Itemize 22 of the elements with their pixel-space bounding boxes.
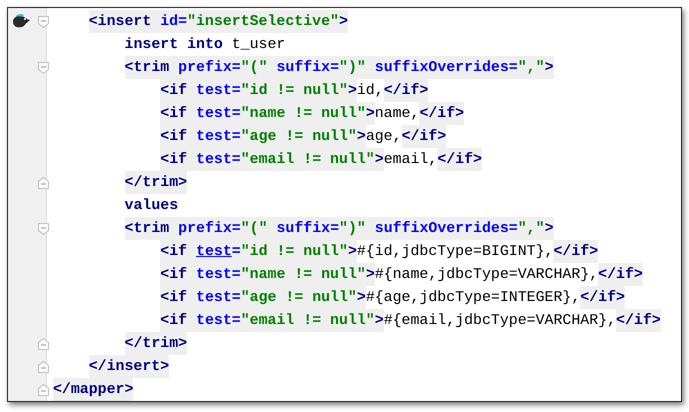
code-line: <if test="id != null">id,</if> (160, 79, 428, 102)
code-line: <if test="name != null">#{name,jdbcType=VARCHAR},</if> (160, 263, 643, 286)
code-line: insert into t_user (124, 36, 286, 54)
code-line: <trim prefix="(" suffix=")" suffixOverrides=","> (124, 56, 554, 79)
code-line: <if test="email != null">#{email,jdbcType=VARCHAR},</if> (160, 309, 661, 332)
fold-marker-icon[interactable] (38, 16, 49, 28)
bird-icon[interactable] (11, 12, 31, 29)
code-line: <if test="email != null">email,</if> (160, 148, 482, 171)
code-line: <trim prefix="(" suffix=")" suffixOverrides=","> (124, 217, 554, 240)
code-line: <insert id="insertSelective"> (88, 10, 348, 33)
fold-marker-icon[interactable] (38, 62, 49, 74)
hover-link[interactable]: test (196, 240, 232, 263)
code-line: <if test="name != null">name,</if> (160, 102, 464, 125)
fold-marker-icon[interactable] (38, 384, 49, 396)
code-line: values (124, 196, 178, 216)
code-line: <if test="age != null">age,</if> (160, 125, 446, 148)
fold-marker-icon[interactable] (38, 176, 49, 188)
code-line: <if test="id != null">#{id,jdbcType=BIGINT},</if> (160, 240, 598, 263)
fold-marker-icon[interactable] (38, 360, 49, 372)
fold-marker-icon[interactable] (38, 338, 49, 350)
fold-marker-icon[interactable] (38, 222, 49, 234)
code-line: <if test="age != null">#{age,jdbcType=INTEGER},</if> (160, 286, 625, 309)
